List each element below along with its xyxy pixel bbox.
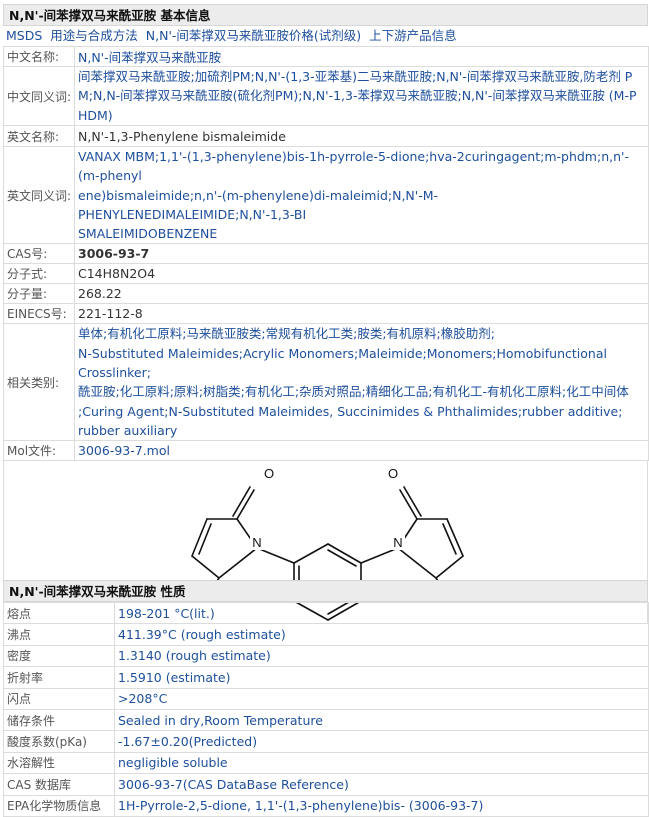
synonym-line: VANAX MBM;1,1'-(1,3-phenylene)bis-1h-pyr… (78, 149, 629, 184)
properties-table: 熔点 198-201 °C(lit.) 沸点 411.39°C (rough esti… (3, 601, 649, 817)
cas-label: CAS号: (3, 243, 75, 265)
synonym-line: ene)bismaleimide;n,n'-(m-phenylene)di-ma… (78, 187, 439, 222)
water-solubility-value: negligible soluble (114, 751, 649, 775)
category-line[interactable]: ;Curing Agent;N-Substituted Maleimides, … (78, 402, 645, 421)
synonym-line: HDM) (78, 107, 113, 123)
pka-label: 酸度系数(pKa) (3, 730, 115, 753)
melting-point-label: 熔点 (3, 601, 115, 625)
atom-label: N (393, 535, 402, 550)
einecs-value: 221-112-8 (74, 303, 649, 325)
density-label: 密度 (3, 644, 115, 668)
storage-condition-value: Sealed in dry,Room Temperature (114, 708, 649, 732)
cn-synonyms-label: 中文同义词: (3, 66, 75, 126)
melting-point-value: 198-201 °C(lit.) (114, 601, 649, 625)
flash-point-label: 闪点 (3, 687, 115, 710)
water-solubility-label: 水溶解性 (3, 751, 115, 775)
en-synonyms-value: VANAX MBM;1,1'-(1,3-phenylene)bis-1h-pyr… (74, 145, 649, 245)
cas-database-value[interactable]: 3006-93-7(CAS DataBase Reference) (114, 773, 649, 796)
property-row: 密度 1.3140 (rough estimate) (3, 644, 649, 668)
cn-synonyms-value: 间苯撑双马来酰亚胺;加硫剂PM;N,N'-(1,3-亚苯基)二马来酰亚胺;N,N… (74, 66, 649, 126)
mw-value: 268.22 (74, 283, 649, 305)
formula-value: C14H8N2O4 (74, 263, 649, 285)
atom-label: O (264, 466, 274, 481)
property-row: 沸点 411.39°C (rough estimate) (3, 623, 649, 646)
epa-info-value[interactable]: 1H-Pyrrole-2,5-dione, 1,1'-(1,3-phenylen… (114, 794, 649, 817)
table-row: 中文同义词: 间苯撑双马来酰亚胺;加硫剂PM;N,N'-(1,3-亚苯基)二马来… (3, 66, 649, 126)
synonym-line: M;N,N-间苯撑双马来酰亚胺(硫化剂PM);N,N'-1,3-苯撑双马来酰亚胺… (78, 88, 637, 104)
property-row: EPA化学物质信息 1H-Pyrrole-2,5-dione, 1,1'-(1,3… (3, 794, 649, 817)
upstream-downstream-link[interactable]: 上下游产品信息 (369, 28, 457, 43)
cas-value: 3006-93-7 (74, 243, 649, 265)
category-value: 单体;有机化工原料;马来酰亚胺类;常规有机化工类;胺类;有机原料;橡胶助剂; N… (74, 323, 649, 442)
pka-value: -1.67±0.20(Predicted) (114, 730, 649, 753)
table-row: 相关类别: 单体;有机化工原料;马来酰亚胺类;常规有机化工类;胺类;有机原料;橡… (3, 323, 649, 442)
atom-label: O (388, 466, 398, 481)
properties-title: N,N'-间苯撑双马来酰亚胺 性质 (3, 580, 648, 602)
property-row: 闪点 >208°C (3, 687, 649, 710)
properties-section: N,N'-间苯撑双马来酰亚胺 性质 熔点 198-201 °C(lit.) 沸点 41… (3, 580, 649, 817)
einecs-label: EINECS号: (3, 303, 75, 325)
cn-name-label: 中文名称: (3, 46, 75, 67)
storage-condition-label: 储存条件 (3, 708, 115, 732)
table-row: CAS号: 3006-93-7 (3, 243, 649, 265)
cas-database-label: CAS 数据库 (3, 773, 115, 796)
property-row: 水溶解性 negligible soluble (3, 751, 649, 775)
cn-name-value: N,N'-间苯撑双马来酰亚胺 (74, 46, 649, 67)
en-name-value: N,N'-1,3-Phenylene bismaleimide (74, 125, 649, 147)
table-row: 分子量: 268.22 (3, 283, 649, 305)
property-row: 酸度系数(pKa) -1.67±0.20(Predicted) (3, 730, 649, 753)
synonym-line: 间苯撑双马来酰亚胺;加硫剂PM;N,N'-(1,3-亚苯基)二马来酰亚胺;N,N… (78, 69, 633, 85)
table-row: 分子式: C14H8N2O4 (3, 263, 649, 285)
category-line[interactable]: 酰亚胺;化工原料;原料;树脂类;有机化工;杂质对照品;精细化工品;有机化工-有机… (78, 382, 645, 401)
mol-file-link[interactable]: 3006-93-7.mol (74, 440, 649, 462)
category-line[interactable]: N-Substituted Maleimides;Acrylic Monomer… (78, 344, 645, 383)
formula-label: 分子式: (3, 263, 75, 285)
basic-info-section: N,N'-间苯撑双马来酰亚胺 基本信息 MSDS 用途与合成方法 N,N'-间苯… (3, 4, 649, 625)
msds-link[interactable]: MSDS (6, 28, 42, 43)
atom-label: N (252, 535, 261, 550)
basic-info-table: 中文名称: N,N'-间苯撑双马来酰亚胺 中文同义词: 间苯撑双马来酰亚胺;加硫… (3, 46, 649, 462)
table-row: 英文名称: N,N'-1,3-Phenylene bismaleimide (3, 125, 649, 147)
table-row: 英文同义词: VANAX MBM;1,1'-(1,3-phenylene)bis… (3, 145, 649, 245)
property-row: 储存条件 Sealed in dry,Room Temperature (3, 708, 649, 732)
synonym-line: SMALEIMIDOBENZENE (78, 226, 218, 242)
usage-synthesis-link[interactable]: 用途与合成方法 (50, 28, 138, 43)
en-name-label: 英文名称: (3, 125, 75, 147)
property-row: 熔点 198-201 °C(lit.) (3, 601, 649, 625)
refractive-index-value: 1.5910 (estimate) (114, 666, 649, 689)
category-label: 相关类别: (3, 323, 75, 442)
price-link[interactable]: N,N'-间苯撑双马来酰亚胺价格(试剂级) (146, 28, 361, 43)
property-row: CAS 数据库 3006-93-7(CAS DataBase Reference) (3, 773, 649, 796)
boiling-point-label: 沸点 (3, 623, 115, 646)
basic-info-title: N,N'-间苯撑双马来酰亚胺 基本信息 (3, 4, 648, 26)
mw-label: 分子量: (3, 283, 75, 305)
table-row: Mol文件: 3006-93-7.mol (3, 440, 649, 462)
flash-point-value: >208°C (114, 687, 649, 710)
category-line[interactable]: 单体;有机化工原料;马来酰亚胺类;常规有机化工类;胺类;有机原料;橡胶助剂; (78, 324, 645, 343)
table-row: 中文名称: N,N'-间苯撑双马来酰亚胺 (3, 46, 649, 67)
refractive-index-label: 折射率 (3, 666, 115, 689)
en-synonyms-label: 英文同义词: (3, 145, 75, 245)
info-links: MSDS 用途与合成方法 N,N'-间苯撑双马来酰亚胺价格(试剂级) 上下游产品… (3, 26, 649, 46)
category-line[interactable]: rubber auxiliary (78, 421, 645, 440)
density-value: 1.3140 (rough estimate) (114, 644, 649, 668)
boiling-point-value: 411.39°C (rough estimate) (114, 623, 649, 646)
table-row: EINECS号: 221-112-8 (3, 303, 649, 325)
epa-info-label: EPA化学物质信息 (3, 794, 115, 817)
mol-label: Mol文件: (3, 440, 75, 462)
property-row: 折射率 1.5910 (estimate) (3, 666, 649, 689)
